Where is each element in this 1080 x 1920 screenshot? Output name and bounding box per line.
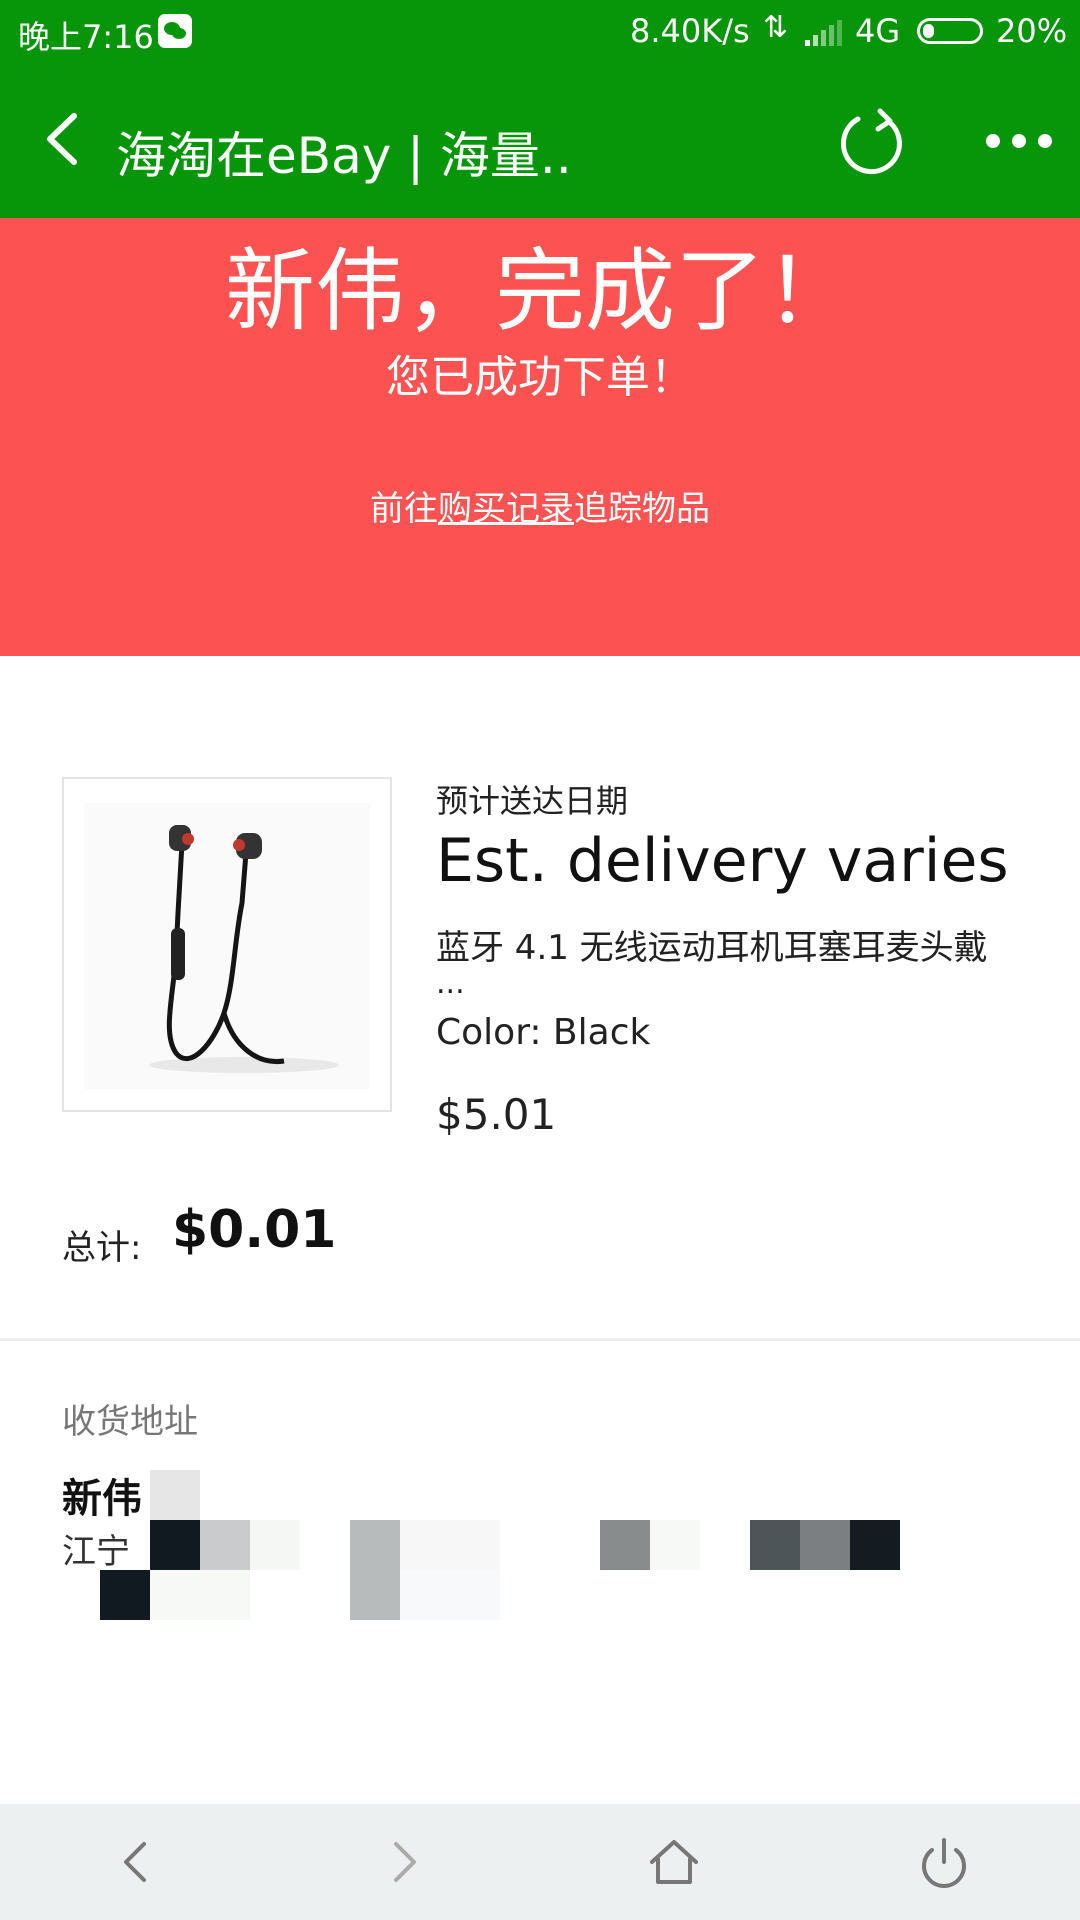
total-value: $0.01 xyxy=(172,1200,337,1260)
network-type: 4G xyxy=(855,12,901,50)
status-time: 晚上7:16 xyxy=(18,18,154,56)
shipping-address-label: 收货地址 xyxy=(62,1402,198,1442)
product-title[interactable]: 蓝牙 4.1 无线运动耳机耳塞耳麦头戴 xyxy=(436,920,1036,969)
status-bar: 晚上7:16 8.40K/s ⇅ 4G 20% xyxy=(0,0,1080,62)
eta-label: 预计送达日期 xyxy=(436,782,629,820)
chevron-left-icon[interactable] xyxy=(40,104,90,174)
signal-icon xyxy=(805,20,842,46)
page-title: 海淘在eBay | 海量.. xyxy=(116,127,572,185)
success-subtitle: 您已成功下单！ xyxy=(386,352,694,403)
eta-value: Est. delivery varies xyxy=(436,826,1009,896)
home-icon[interactable] xyxy=(642,1830,706,1894)
wechat-icon xyxy=(158,14,192,48)
back-arrow-icon[interactable] xyxy=(104,1830,168,1894)
title-bar: 海淘在eBay | 海量.. xyxy=(0,62,1080,218)
refresh-icon[interactable] xyxy=(836,107,908,179)
product-thumbnail[interactable] xyxy=(62,777,392,1112)
total-label: 总计: xyxy=(62,1228,142,1268)
recipient-name: 新伟 xyxy=(62,1476,142,1522)
order-success-banner: 新伟，完成了！ 您已成功下单！ 前往购买记录追踪物品 xyxy=(0,218,1080,656)
battery-percent: 20% xyxy=(996,12,1068,50)
data-transfer-icon: ⇅ xyxy=(763,10,789,45)
product-color: Color: Black xyxy=(436,1012,651,1053)
success-headline: 新伟，完成了！ xyxy=(225,239,855,344)
power-icon[interactable] xyxy=(912,1830,976,1894)
section-divider xyxy=(0,1338,1080,1341)
more-dots-icon[interactable] xyxy=(984,132,1054,150)
network-speed: 8.40K/s xyxy=(630,12,750,50)
product-price: $5.01 xyxy=(436,1090,557,1139)
address-line: 江宁 xyxy=(62,1532,130,1572)
forward-arrow-icon[interactable] xyxy=(372,1830,436,1894)
link-suffix: 追踪物品 xyxy=(574,489,710,529)
purchase-history-line: 前往购买记录追踪物品 xyxy=(0,484,1080,534)
purchase-history-link[interactable]: 购买记录 xyxy=(438,489,574,529)
link-prefix: 前往 xyxy=(370,489,438,529)
earphones-image xyxy=(149,825,339,1073)
browser-bottom-bar xyxy=(0,1804,1080,1920)
product-title-ellipsis: ... xyxy=(436,966,465,1001)
battery-icon xyxy=(917,18,983,44)
